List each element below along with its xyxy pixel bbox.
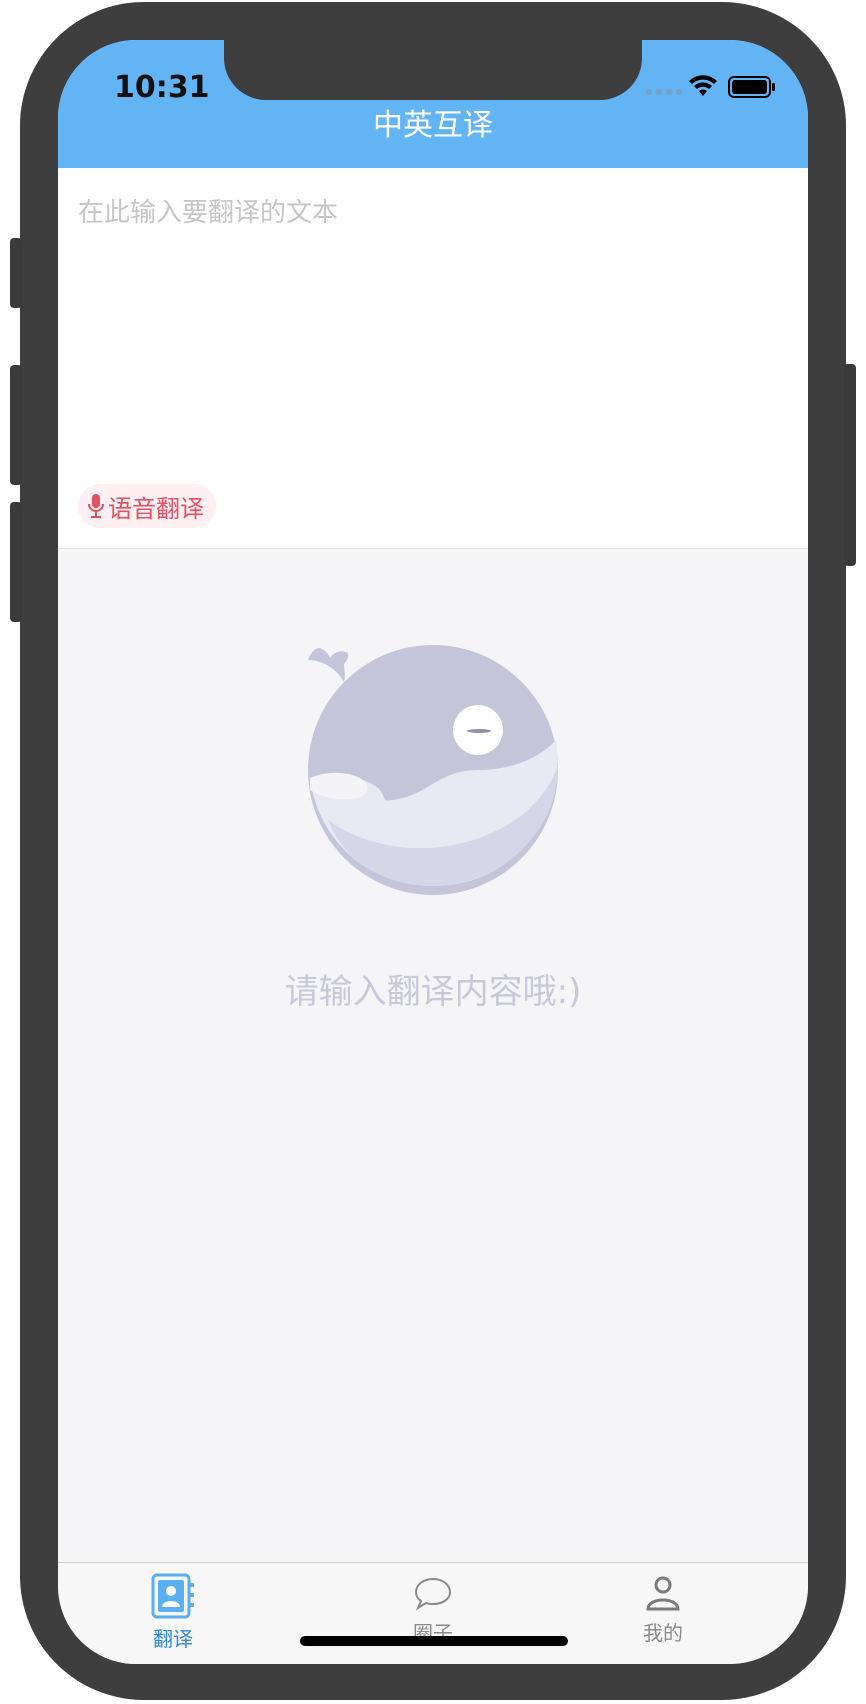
translate-text-input[interactable] bbox=[78, 192, 788, 452]
input-card: 语音翻译 bbox=[58, 168, 808, 549]
voice-translate-label: 语音翻译 bbox=[108, 494, 204, 523]
whale-illustration bbox=[308, 645, 558, 895]
mute-switch bbox=[10, 238, 22, 308]
home-indicator[interactable] bbox=[300, 1636, 568, 1646]
person-icon bbox=[646, 1576, 680, 1611]
volume-up-button bbox=[10, 365, 22, 485]
wifi-icon bbox=[689, 75, 717, 96]
empty-state: 请输入翻译内容哦:) bbox=[58, 620, 808, 1013]
tab-label: 翻译 bbox=[153, 1627, 193, 1651]
tab-translate[interactable]: 翻译 bbox=[113, 1573, 233, 1652]
empty-state-message: 请输入翻译内容哦:) bbox=[284, 972, 582, 1012]
battery-icon bbox=[728, 76, 775, 98]
voice-translate-button[interactable]: 语音翻译 bbox=[78, 484, 216, 528]
signal-icon bbox=[646, 89, 682, 95]
page-title: 中英互译 bbox=[373, 108, 493, 143]
contacts-book-icon bbox=[151, 1573, 194, 1619]
power-button bbox=[844, 364, 856, 566]
tab-mine[interactable]: 我的 bbox=[603, 1573, 723, 1646]
chat-bubble-icon bbox=[414, 1577, 452, 1611]
display-notch bbox=[224, 40, 642, 100]
tab-label: 我的 bbox=[643, 1621, 683, 1645]
nav-header: 10:31 中英互译 bbox=[58, 40, 808, 168]
app-screen: 10:31 中英互译 语音翻译 bbox=[58, 40, 808, 1664]
volume-down-button bbox=[10, 502, 22, 622]
tab-bar: 翻译 圈子 我的 bbox=[58, 1562, 808, 1664]
microphone-icon bbox=[88, 494, 104, 518]
